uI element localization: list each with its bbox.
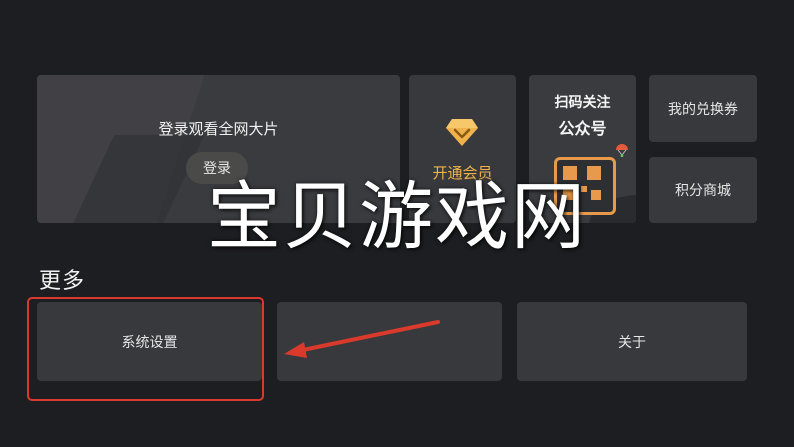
diamond-icon [446,119,478,146]
pointer-arrow-icon [284,320,440,358]
about-button[interactable]: 关于 [517,302,747,381]
my-coupons-button[interactable]: 我的兑换券 [649,75,757,142]
qr-promo-line2: 公众号 [558,119,607,138]
watermark-text: 宝贝游戏网 [207,174,587,260]
login-prompt-text: 登录观看全网大片 [158,120,279,138]
highlight-box [27,297,264,401]
qr-promo-line1: 扫码关注 [554,95,611,111]
section-title-more: 更多 [39,269,86,294]
parachute-icon [616,144,628,157]
